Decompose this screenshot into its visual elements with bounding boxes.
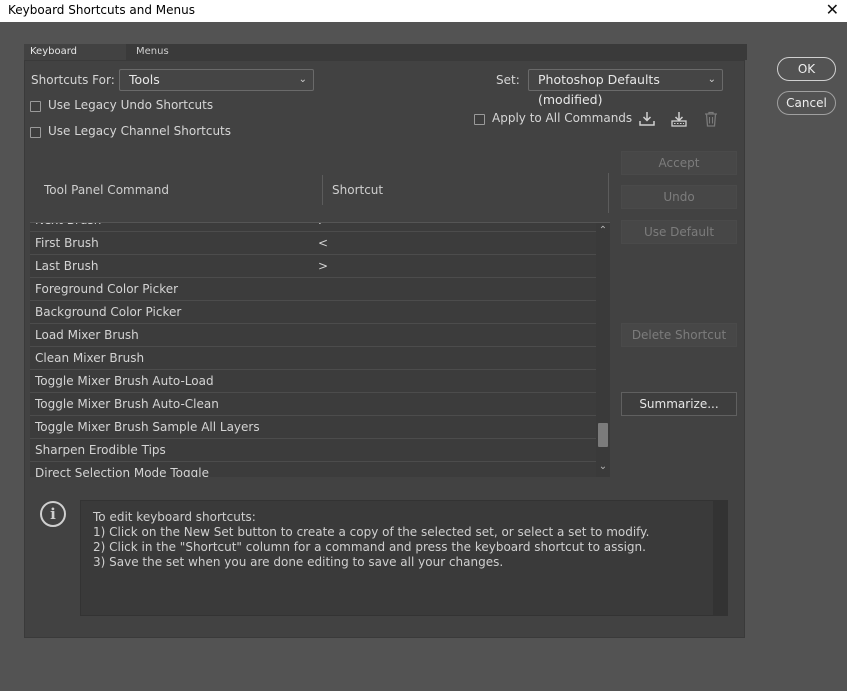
table-row[interactable]: First Brush < bbox=[30, 232, 596, 255]
row-shortcut[interactable]: . bbox=[318, 223, 322, 231]
table-body: Next Brush . First Brush < Last Brush > … bbox=[30, 223, 596, 477]
table-scrollbar[interactable]: ⌃ ⌄ bbox=[596, 223, 610, 477]
cancel-button[interactable]: Cancel bbox=[777, 91, 836, 115]
row-command: Load Mixer Brush bbox=[35, 328, 139, 342]
shortcuts-for-label: Shortcuts For: bbox=[31, 73, 115, 87]
window-title: Keyboard Shortcuts and Menus bbox=[8, 3, 195, 17]
row-command: Clean Mixer Brush bbox=[35, 351, 145, 365]
accept-button[interactable]: Accept bbox=[621, 151, 737, 175]
row-command: Direct Selection Mode Toggle bbox=[35, 466, 209, 477]
row-shortcut[interactable]: < bbox=[318, 232, 328, 254]
help-line: To edit keyboard shortcuts: bbox=[93, 510, 256, 524]
legacy-undo-checkbox[interactable]: Use Legacy Undo Shortcuts bbox=[30, 98, 230, 114]
use-default-button[interactable]: Use Default bbox=[621, 220, 737, 244]
row-command: Last Brush bbox=[35, 259, 99, 273]
checkbox-box[interactable] bbox=[474, 114, 485, 125]
table-row[interactable]: Next Brush . bbox=[30, 223, 596, 232]
table-row[interactable]: Toggle Mixer Brush Auto-Clean bbox=[30, 393, 596, 416]
row-command: Foreground Color Picker bbox=[35, 282, 179, 296]
chevron-down-icon[interactable]: ⌄ bbox=[596, 461, 610, 475]
help-line: 2) Click in the "Shortcut" column for a … bbox=[93, 540, 646, 554]
column-header-shortcut[interactable]: Shortcut bbox=[332, 183, 383, 197]
row-command: Toggle Mixer Brush Sample All Layers bbox=[35, 420, 260, 434]
row-command: Next Brush bbox=[35, 223, 101, 231]
legacy-undo-label: Use Legacy Undo Shortcuts bbox=[48, 98, 214, 112]
chevron-up-icon[interactable]: ⌃ bbox=[596, 225, 610, 239]
delete-set-icon[interactable] bbox=[702, 110, 720, 128]
column-divider[interactable] bbox=[322, 175, 323, 205]
chevron-down-icon: ⌄ bbox=[707, 74, 716, 85]
checkbox-box[interactable] bbox=[30, 101, 41, 112]
help-scrollbar[interactable] bbox=[713, 501, 727, 615]
shortcuts-table: Tool Panel Command Shortcut Next Brush .… bbox=[30, 171, 612, 477]
table-row[interactable]: Background Color Picker bbox=[30, 301, 596, 324]
row-command: First Brush bbox=[35, 236, 99, 250]
shortcuts-for-value: Tools bbox=[129, 72, 160, 87]
row-command: Background Color Picker bbox=[35, 305, 182, 319]
close-icon[interactable]: ✕ bbox=[826, 0, 839, 20]
tab-bar: Keyboard Shortcuts Menus bbox=[24, 44, 747, 73]
undo-button[interactable]: Undo bbox=[621, 185, 737, 209]
summarize-button[interactable]: Summarize... bbox=[621, 392, 737, 416]
row-command: Toggle Mixer Brush Auto-Load bbox=[35, 374, 214, 388]
row-command: Toggle Mixer Brush Auto-Clean bbox=[35, 397, 219, 411]
shortcuts-for-select[interactable]: Tools ⌄ bbox=[119, 69, 314, 91]
table-row[interactable]: Load Mixer Brush bbox=[30, 324, 596, 347]
table-header: Tool Panel Command Shortcut bbox=[30, 171, 610, 223]
column-header-command[interactable]: Tool Panel Command bbox=[44, 183, 169, 197]
table-row[interactable]: Direct Selection Mode Toggle bbox=[30, 462, 596, 477]
help-text-box: To edit keyboard shortcuts: 1) Click on … bbox=[80, 500, 728, 616]
delete-shortcut-button[interactable]: Delete Shortcut bbox=[621, 323, 737, 347]
set-label: Set: bbox=[496, 73, 520, 87]
apply-all-checkbox[interactable]: Apply to All Commands bbox=[474, 111, 634, 127]
column-divider bbox=[608, 173, 609, 213]
legacy-channel-label: Use Legacy Channel Shortcuts bbox=[48, 124, 232, 138]
checkbox-box[interactable] bbox=[30, 127, 41, 138]
row-command: Sharpen Erodible Tips bbox=[35, 443, 166, 457]
info-icon: i bbox=[40, 501, 66, 527]
set-select[interactable]: Photoshop Defaults (modified) ⌄ bbox=[528, 69, 723, 107]
save-set-icon[interactable] bbox=[638, 110, 656, 128]
row-shortcut[interactable]: > bbox=[318, 255, 328, 277]
table-row[interactable]: Toggle Mixer Brush Auto-Load bbox=[30, 370, 596, 393]
table-row[interactable]: Clean Mixer Brush bbox=[30, 347, 596, 370]
scrollbar-thumb[interactable] bbox=[598, 423, 608, 447]
dialog-body: Keyboard Shortcuts Menus Shortcuts For: … bbox=[0, 22, 847, 691]
tab-keyboard-shortcuts[interactable]: Keyboard Shortcuts bbox=[24, 44, 126, 73]
table-row[interactable]: Toggle Mixer Brush Sample All Layers bbox=[30, 416, 596, 439]
help-line: 3) Save the set when you are done editin… bbox=[93, 555, 504, 569]
title-bar: Keyboard Shortcuts and Menus ✕ bbox=[0, 0, 847, 22]
table-row[interactable]: Sharpen Erodible Tips bbox=[30, 439, 596, 462]
tab-menus[interactable]: Menus bbox=[130, 44, 175, 60]
ok-button[interactable]: OK bbox=[777, 57, 836, 81]
new-set-icon[interactable] bbox=[670, 110, 688, 128]
table-row[interactable]: Foreground Color Picker bbox=[30, 278, 596, 301]
chevron-down-icon: ⌄ bbox=[298, 74, 307, 85]
help-line: 1) Click on the New Set button to create… bbox=[93, 525, 650, 539]
table-row[interactable]: Last Brush > bbox=[30, 255, 596, 278]
legacy-channel-checkbox[interactable]: Use Legacy Channel Shortcuts bbox=[30, 124, 240, 140]
apply-all-label: Apply to All Commands bbox=[492, 111, 633, 125]
